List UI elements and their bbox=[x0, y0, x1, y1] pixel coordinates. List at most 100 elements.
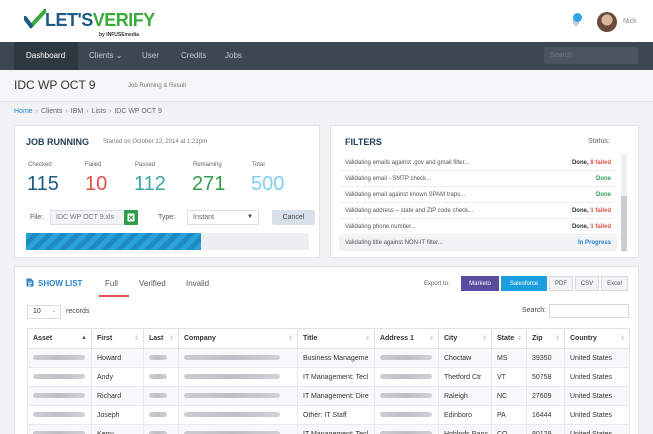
nav-search-input[interactable] bbox=[544, 47, 638, 64]
export-salesforce-button[interactable]: Salesforce bbox=[501, 276, 547, 291]
stat-remaining-label: Remaining bbox=[193, 162, 222, 168]
export-excel-button[interactable]: Excel bbox=[601, 276, 628, 291]
filters-scrollbar-thumb[interactable] bbox=[621, 196, 627, 251]
filter-text: Validating phone number... bbox=[345, 224, 416, 230]
tab-full[interactable]: Full bbox=[105, 279, 118, 288]
excel-file-button[interactable] bbox=[124, 210, 138, 225]
nav-item-user[interactable]: User bbox=[142, 51, 159, 60]
cell-asset bbox=[27, 405, 92, 425]
sort-icon: ⇕ bbox=[619, 336, 625, 342]
cell-title: IT Management: Tecl bbox=[297, 424, 375, 434]
column-header-first[interactable]: First ⇕ bbox=[91, 328, 144, 349]
column-header-zip[interactable]: Zip ⇕ bbox=[526, 328, 565, 349]
cell-city: Raleigh bbox=[438, 386, 492, 406]
column-header-country[interactable]: Country ⇕ bbox=[564, 328, 630, 349]
table-search-label: Search: bbox=[522, 307, 547, 314]
notification-badge bbox=[573, 13, 582, 22]
filter-row: Validating email against known SPAM trap… bbox=[339, 188, 617, 203]
filter-text: Validating emails against .gov and gmail… bbox=[345, 160, 470, 166]
stat-failed-value: 10 bbox=[85, 173, 108, 195]
filters-panel: FILTERS Status: Validating emails agains… bbox=[330, 125, 639, 258]
cell-state: MS bbox=[491, 348, 527, 368]
cell-asset bbox=[27, 367, 92, 387]
filter-status: Done bbox=[596, 192, 611, 198]
nav-item-credits[interactable]: Credits bbox=[181, 51, 206, 60]
username[interactable]: Nick bbox=[623, 18, 637, 25]
column-header-asset[interactable]: Asset ▲ bbox=[27, 328, 92, 349]
checkmark-logo-icon bbox=[24, 9, 46, 29]
filters-status-label: Status: bbox=[588, 138, 610, 145]
nav-item-jobs[interactable]: Jobs bbox=[225, 51, 242, 60]
sort-icon: ⇕ bbox=[428, 336, 434, 342]
cell-first: Richard bbox=[91, 386, 144, 406]
stat-remaining-value: 271 bbox=[192, 173, 226, 195]
tab-invalid[interactable]: Invalid bbox=[186, 279, 209, 288]
page-length-value: 10 bbox=[33, 308, 41, 315]
cell-country: United States bbox=[564, 348, 630, 368]
cell-zip: 39350 bbox=[526, 348, 565, 368]
nav-item-clients[interactable]: Clients ⌄ bbox=[89, 51, 122, 60]
cell-company bbox=[178, 348, 298, 368]
cell-address bbox=[374, 424, 439, 434]
table-header-row: Asset ▲ First ⇕ Last ⇕ Company ⇕ Title ⇕ Addr… bbox=[27, 328, 630, 349]
cell-company bbox=[178, 424, 298, 434]
breadcrumb-ibm[interactable]: IBM bbox=[71, 108, 83, 115]
cell-title: Other: IT Staff bbox=[297, 405, 375, 425]
column-header-title[interactable]: Title ⇕ bbox=[297, 328, 375, 349]
nav-item-dashboard[interactable]: Dashboard bbox=[26, 51, 65, 60]
file-field[interactable]: IDC WP OCT 9.xls bbox=[50, 210, 128, 225]
avatar[interactable] bbox=[597, 12, 617, 32]
filter-status: Done, 1 failed bbox=[571, 208, 611, 214]
table-row[interactable]: Kerry IT Management: Tecl Hghlnds Ranc CO 80… bbox=[27, 424, 630, 434]
column-header-city[interactable]: City ⇕ bbox=[438, 328, 492, 349]
table-row[interactable]: Howard Business Manageme Choctaw MS 39350 Uni… bbox=[27, 348, 630, 368]
stat-total-label: Total bbox=[252, 162, 265, 168]
table-row[interactable]: Joseph Other: IT Staff Edinboro PA 16444 Unit… bbox=[27, 405, 630, 425]
type-select[interactable]: Instant ▼ bbox=[187, 210, 259, 225]
cell-country: United States bbox=[564, 386, 630, 406]
table-row[interactable]: Richard IT Management: Dire Raleigh NC 27609… bbox=[27, 386, 630, 406]
column-header-last[interactable]: Last ⇕ bbox=[143, 328, 179, 349]
cell-company bbox=[178, 367, 298, 387]
page-title: IDC WP OCT 9 bbox=[14, 78, 96, 92]
export-marketo-button[interactable]: Marketo bbox=[461, 276, 499, 291]
cell-country: United States bbox=[564, 367, 630, 387]
breadcrumb-home[interactable]: Home bbox=[14, 108, 33, 115]
cell-first: Andy bbox=[91, 367, 144, 387]
redacted-value bbox=[149, 393, 167, 399]
tab-verified[interactable]: Verified bbox=[139, 279, 166, 288]
column-header-state[interactable]: State ⇕ bbox=[491, 328, 527, 349]
redacted-value bbox=[380, 374, 432, 380]
cell-first: Howard bbox=[91, 348, 144, 368]
cell-zip: 27609 bbox=[526, 386, 565, 406]
cell-company bbox=[178, 405, 298, 425]
title-band: IDC WP OCT 9 Job Running & Result bbox=[0, 70, 653, 102]
breadcrumb-current: IDC WP OCT 9 bbox=[114, 108, 162, 115]
breadcrumb-clients[interactable]: Clients bbox=[41, 108, 62, 115]
stat-total-value: 500 bbox=[251, 173, 285, 195]
cell-last bbox=[143, 386, 179, 406]
page-length-select[interactable]: 10 ⌄ bbox=[27, 305, 61, 319]
tab-full-underline bbox=[99, 295, 129, 297]
column-header-address[interactable]: Address 1 ⇕ bbox=[374, 328, 439, 349]
job-started-time: Started on October 12, 2014 at 1:21pm bbox=[103, 139, 208, 145]
filter-row: Validating email - SMTP check... Done bbox=[339, 172, 617, 187]
cell-city: Thetford Ctr bbox=[438, 367, 492, 387]
table-search-input[interactable] bbox=[549, 304, 629, 318]
cell-last bbox=[143, 405, 179, 425]
cell-last bbox=[143, 367, 179, 387]
column-header-company[interactable]: Company ⇕ bbox=[178, 328, 298, 349]
records-label: records bbox=[66, 308, 90, 315]
breadcrumb-lists[interactable]: Lists bbox=[92, 108, 106, 115]
logo-tagline: by INFUSEmedia bbox=[99, 32, 140, 38]
cancel-button[interactable]: Cancel bbox=[272, 210, 315, 225]
export-pdf-button[interactable]: PDF bbox=[549, 276, 573, 291]
table-row[interactable]: Andy IT Management: Tecl Thetford Ctr VT 507… bbox=[27, 367, 630, 387]
export-csv-button[interactable]: CSV bbox=[575, 276, 599, 291]
cell-asset bbox=[27, 348, 92, 368]
redacted-value bbox=[33, 355, 85, 361]
filters-scrollbar[interactable] bbox=[621, 154, 627, 252]
filter-text: Validating email against known SPAM trap… bbox=[345, 192, 466, 198]
cell-address bbox=[374, 348, 439, 368]
sort-icon: ⇕ bbox=[481, 336, 487, 342]
